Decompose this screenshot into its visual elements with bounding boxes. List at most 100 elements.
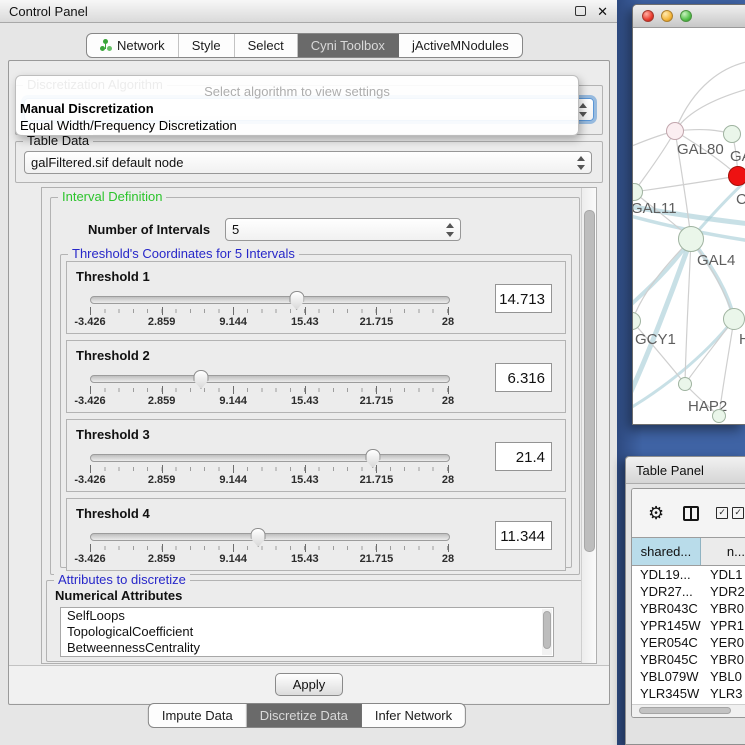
tab-infer-network[interactable]: Infer Network	[362, 704, 465, 727]
checkbox-icon[interactable]: ✓	[732, 507, 744, 519]
network-canvas[interactable]: GAL80GACGAL11GAL4GCY1HHAP2	[633, 28, 745, 425]
table-row[interactable]: YBL079WYBL0	[632, 668, 745, 685]
column-header[interactable]: n...	[701, 538, 745, 565]
threshold-slider[interactable]: -3.4262.8599.14415.4321.71528	[90, 527, 448, 567]
close-icon[interactable]: ✕	[597, 5, 608, 18]
table-row[interactable]: YPR145WYPR1	[632, 617, 745, 634]
popup-option[interactable]: Manual Discretization	[16, 100, 578, 117]
tick-label: -3.426	[74, 474, 105, 486]
network-node[interactable]	[678, 377, 692, 391]
tick-label: 15.43	[291, 474, 319, 486]
threshold-slider[interactable]: -3.4262.8599.14415.4321.71528	[90, 290, 448, 330]
tick-label: 2.859	[148, 553, 176, 565]
network-node[interactable]	[723, 308, 745, 330]
threshold-value-field[interactable]: 14.713	[495, 284, 552, 313]
network-node[interactable]	[712, 409, 726, 423]
control-panel-window: Control Panel ✕ NetworkStyleSelectCyni T…	[0, 0, 618, 745]
threshold-title: Threshold 1	[76, 269, 150, 284]
node-label: GA	[730, 148, 745, 165]
tab-impute-data[interactable]: Impute Data	[149, 704, 247, 727]
split-columns-icon[interactable]	[683, 506, 699, 521]
tick-label: 9.144	[219, 553, 247, 565]
interval-definition-legend: Interval Definition	[58, 189, 166, 204]
tick-label: -3.426	[74, 553, 105, 565]
major-ticks	[90, 386, 448, 394]
threshold-value-field[interactable]: 11.344	[495, 521, 552, 550]
combo-stepper-icon[interactable]	[578, 103, 587, 117]
network-node[interactable]	[728, 166, 745, 186]
major-ticks	[90, 544, 448, 552]
cyni-toolbox-panel: Discretization Algorithm Select algorith…	[8, 60, 610, 705]
attribute-item[interactable]: SelfLoops	[61, 608, 553, 624]
control-panel-titlebar[interactable]: Control Panel ✕	[0, 0, 617, 23]
slider-track[interactable]	[90, 454, 450, 462]
horizontal-scrollbar-thumb[interactable]	[639, 707, 731, 714]
slider-track[interactable]	[90, 533, 450, 541]
close-traffic-light[interactable]	[642, 10, 654, 22]
checkbox-icon[interactable]: ✓	[716, 507, 728, 519]
table-row[interactable]: YBR043CYBR0	[632, 600, 745, 617]
tick-label: 28	[442, 316, 454, 328]
tab-select[interactable]: Select	[235, 34, 298, 57]
network-node[interactable]	[723, 125, 741, 143]
tab-network[interactable]: Network	[87, 34, 179, 57]
tick-label: 28	[442, 395, 454, 407]
tab-jactivemnodules[interactable]: jActiveMNodules	[399, 34, 522, 57]
vertical-scrollbar[interactable]	[581, 188, 596, 663]
apply-button[interactable]: Apply	[275, 673, 343, 696]
threshold-value-field[interactable]: 6.316	[495, 363, 552, 392]
attribute-item[interactable]: BetweennessCentrality	[61, 640, 553, 656]
numerical-attributes-list[interactable]: SelfLoopsTopologicalCoefficientBetweenne…	[60, 607, 554, 657]
table-cell: YLR3	[702, 685, 745, 702]
table-data-combobox[interactable]: galFiltered.sif default node	[24, 151, 592, 174]
column-header[interactable]: shared...	[632, 538, 701, 565]
slider-track[interactable]	[90, 375, 450, 383]
threshold-value-field[interactable]: 21.4	[495, 442, 552, 471]
major-ticks	[90, 307, 448, 315]
threshold-title: Threshold 3	[76, 427, 150, 442]
threshold-slider[interactable]: -3.4262.8599.14415.4321.71528	[90, 369, 448, 409]
table-row[interactable]: YER054CYER0	[632, 634, 745, 651]
zoom-traffic-light[interactable]	[680, 10, 692, 22]
slider-track[interactable]	[90, 296, 450, 304]
table-panel-body: ⚙ ✓ ✓ shared...n... YDL19...YDL1YDR27...…	[631, 488, 745, 718]
table-panel-titlebar[interactable]: Table Panel	[626, 457, 745, 484]
list-scrollbar-thumb[interactable]	[543, 611, 551, 649]
tick-label: 21.715	[360, 553, 394, 565]
network-window-titlebar[interactable]	[633, 5, 745, 28]
number-of-intervals-combobox[interactable]: 5	[225, 218, 461, 241]
list-scrollbar[interactable]	[542, 609, 552, 655]
popup-option[interactable]: Equal Width/Frequency Discretization	[16, 117, 578, 134]
table-data-group: Table Data galFiltered.sif default node	[15, 141, 603, 183]
vertical-scrollbar-thumb[interactable]	[584, 210, 595, 552]
combo-stepper-icon[interactable]	[576, 156, 585, 170]
node-label: GCY1	[635, 331, 676, 348]
tab-style[interactable]: Style	[179, 34, 235, 57]
table-cell: YDL19...	[632, 566, 702, 583]
table-row[interactable]: YLR345WYLR3	[632, 685, 745, 702]
gear-icon[interactable]: ⚙	[648, 504, 664, 522]
tab-discretize-data[interactable]: Discretize Data	[247, 704, 362, 727]
threshold-slider[interactable]: -3.4262.8599.14415.4321.71528	[90, 448, 448, 488]
numerical-attributes-label: Numerical Attributes	[55, 588, 182, 603]
attribute-item[interactable]: TopologicalCoefficient	[61, 624, 553, 640]
network-node[interactable]	[678, 226, 704, 252]
table-row[interactable]: YDL19...YDL1	[632, 566, 745, 583]
table-cell: YPR145W	[632, 617, 702, 634]
minimize-traffic-light[interactable]	[661, 10, 673, 22]
horizontal-scrollbar[interactable]	[632, 704, 745, 717]
table-row[interactable]: YBR045CYBR0	[632, 651, 745, 668]
tick-label: 28	[442, 474, 454, 486]
combo-stepper-icon[interactable]	[445, 223, 454, 237]
tab-cyni-toolbox[interactable]: Cyni Toolbox	[298, 34, 399, 57]
float-window-icon[interactable]	[575, 6, 586, 16]
thresholds-group: Threshold's Coordinates for 5 Intervals …	[60, 254, 572, 568]
network-node[interactable]	[666, 122, 684, 140]
table-cell: YBR043C	[632, 600, 702, 617]
algorithm-dropdown-popup: Select algorithm to view settings Manual…	[15, 75, 579, 136]
threshold-title: Threshold 2	[76, 348, 150, 363]
table-body: YDL19...YDL1YDR27...YDR2YBR043CYBR0YPR14…	[632, 566, 745, 718]
control-panel-title: Control Panel	[9, 4, 88, 19]
tick-label: 15.43	[291, 395, 319, 407]
table-row[interactable]: YDR27...YDR2	[632, 583, 745, 600]
